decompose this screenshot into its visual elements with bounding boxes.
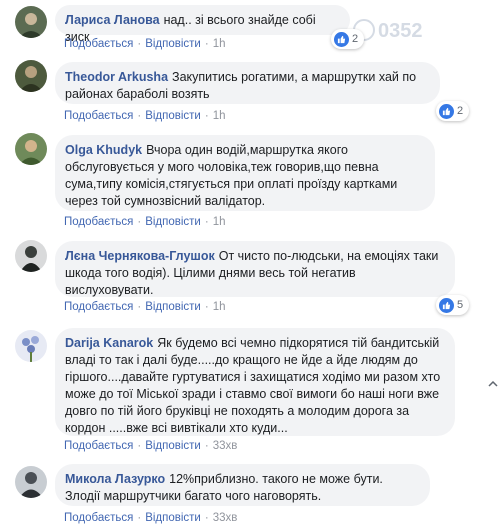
comment-bubble: Микола Лазурко 12%приблизно. такого не мо… [55, 464, 430, 506]
avatar[interactable] [15, 466, 47, 498]
comment-author[interactable]: Лєна Чернякова-Глушок [65, 249, 215, 263]
comment-actions: Подобається · Відповісти · 33хв [64, 440, 238, 452]
like-button[interactable]: Подобається [64, 512, 133, 524]
like-icon [439, 103, 454, 119]
comment-author[interactable]: Лариса Ланова [65, 13, 160, 27]
comment-time[interactable]: 1h [213, 38, 226, 50]
comment-time[interactable]: 1h [213, 301, 226, 313]
avatar[interactable] [15, 133, 47, 165]
reaction-count[interactable]: 2 [436, 101, 470, 121]
avatar[interactable] [15, 330, 47, 362]
comment-actions: Подобається · Відповісти · 1h [64, 38, 226, 50]
like-icon [439, 297, 454, 313]
comment-time[interactable]: 1h [213, 110, 226, 122]
like-button[interactable]: Подобається [64, 38, 133, 50]
like-button[interactable]: Подобається [64, 440, 133, 452]
scroll-handle[interactable] [486, 378, 500, 390]
comment-bubble: Theodor Arkusha Закупитись рогатими, а ма… [55, 62, 440, 104]
comment-bubble: Лариса Ланова над.. зі всього знайде собі… [55, 5, 350, 44]
comment-text: Як будемо всі чемно підкорятися тій банд… [65, 336, 441, 435]
comment-author[interactable]: Theodor Arkusha [65, 70, 168, 84]
comment-actions: Подобається · Відповісти · 1h [64, 301, 226, 313]
reaction-number: 5 [457, 299, 464, 311]
avatar[interactable] [15, 6, 47, 38]
like-button[interactable]: Подобається [64, 301, 133, 313]
comment-bubble: Лєна Чернякова-Глушок От чисто по-людськи… [55, 241, 455, 297]
comment-author[interactable]: Olga Khudyk [65, 143, 142, 157]
comment-thread: 0352 Лариса Ланова над.. зі всього знайде… [0, 0, 500, 532]
comment-actions: Подобається · Відповісти · 1h [64, 110, 226, 122]
like-icon [334, 31, 349, 47]
comment-actions: Подобається · Відповісти · 33хв [64, 512, 238, 524]
comment-actions: Подобається · Відповісти · 1h [64, 216, 226, 228]
like-button[interactable]: Подобається [64, 110, 133, 122]
comment-bubble: Olga Khudyk Вчора один водій,маршрутка як… [55, 135, 435, 211]
avatar[interactable] [15, 60, 47, 92]
reaction-number: 2 [352, 33, 359, 45]
reply-button[interactable]: Відповісти [145, 440, 201, 452]
comment-time[interactable]: 33хв [213, 440, 238, 452]
comment-author[interactable]: Микола Лазурко [65, 472, 165, 486]
reaction-count[interactable]: 2 [331, 29, 365, 49]
reply-button[interactable]: Відповісти [145, 216, 201, 228]
comment-author[interactable]: Darija Kanarok [65, 336, 153, 350]
comment-time[interactable]: 33хв [213, 512, 238, 524]
reply-button[interactable]: Відповісти [145, 38, 201, 50]
reaction-count[interactable]: 5 [436, 295, 470, 315]
like-button[interactable]: Подобається [64, 216, 133, 228]
watermark-text: 0352 [378, 20, 423, 42]
comment-bubble: Darija Kanarok Як будемо всі чемно підкор… [55, 328, 455, 436]
reply-button[interactable]: Відповісти [145, 301, 201, 313]
reaction-number: 2 [457, 105, 464, 117]
reply-button[interactable]: Відповісти [145, 512, 201, 524]
avatar[interactable] [15, 240, 47, 272]
watermark-logo: 0352 [352, 10, 492, 50]
comment-time[interactable]: 1h [213, 216, 226, 228]
reply-button[interactable]: Відповісти [145, 110, 201, 122]
